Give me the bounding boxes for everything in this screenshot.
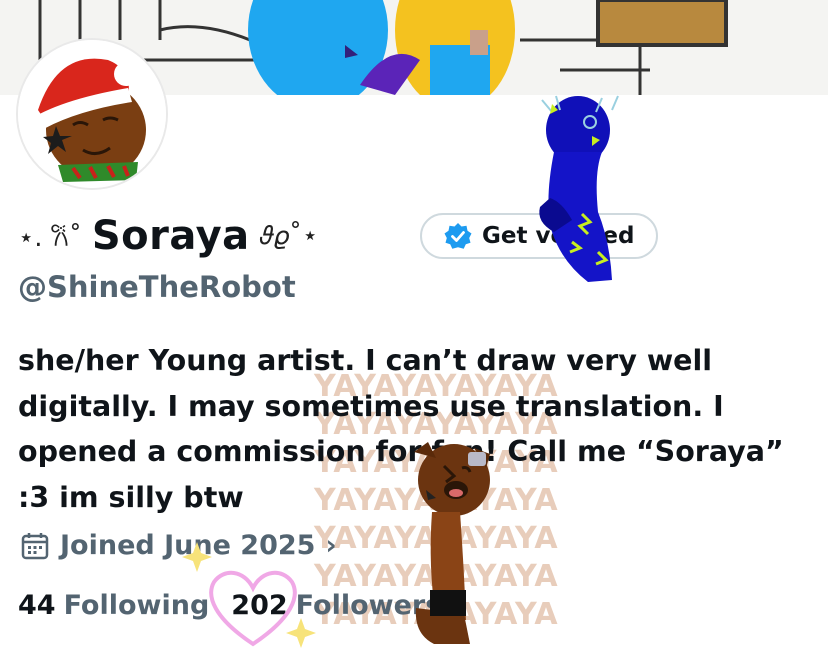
bio-line: digitally. I may sometimes use translati… bbox=[18, 389, 724, 423]
profile-avatar[interactable] bbox=[16, 38, 168, 190]
joined-date[interactable]: Joined June 2025 › bbox=[20, 530, 337, 561]
brown-character-sticker bbox=[414, 442, 490, 644]
bio-line: she/her Young artist. I can’t draw very … bbox=[18, 344, 713, 377]
name-decoration-left: ⋆. 𐙚˚ bbox=[18, 223, 82, 253]
sparkle-star-icon bbox=[286, 618, 316, 648]
following-link[interactable]: 44 Following bbox=[18, 590, 209, 621]
verified-badge-icon bbox=[444, 223, 472, 249]
avatar-image bbox=[18, 40, 166, 188]
following-count: 44 bbox=[18, 590, 56, 621]
calendar-icon bbox=[21, 532, 49, 559]
chevron-right-icon: › bbox=[325, 530, 337, 561]
profile-handle: @ShineTheRobot bbox=[18, 270, 296, 304]
display-name-row: ⋆. 𐙚˚ Soraya 𝜗𝜚˚⋆ bbox=[18, 208, 318, 264]
sparkle-star-icon bbox=[182, 542, 212, 572]
display-name: Soraya bbox=[91, 213, 250, 259]
name-decoration-right: 𝜗𝜚˚⋆ bbox=[259, 220, 319, 251]
blue-character-sticker bbox=[539, 95, 619, 282]
following-label: Following bbox=[63, 590, 210, 621]
